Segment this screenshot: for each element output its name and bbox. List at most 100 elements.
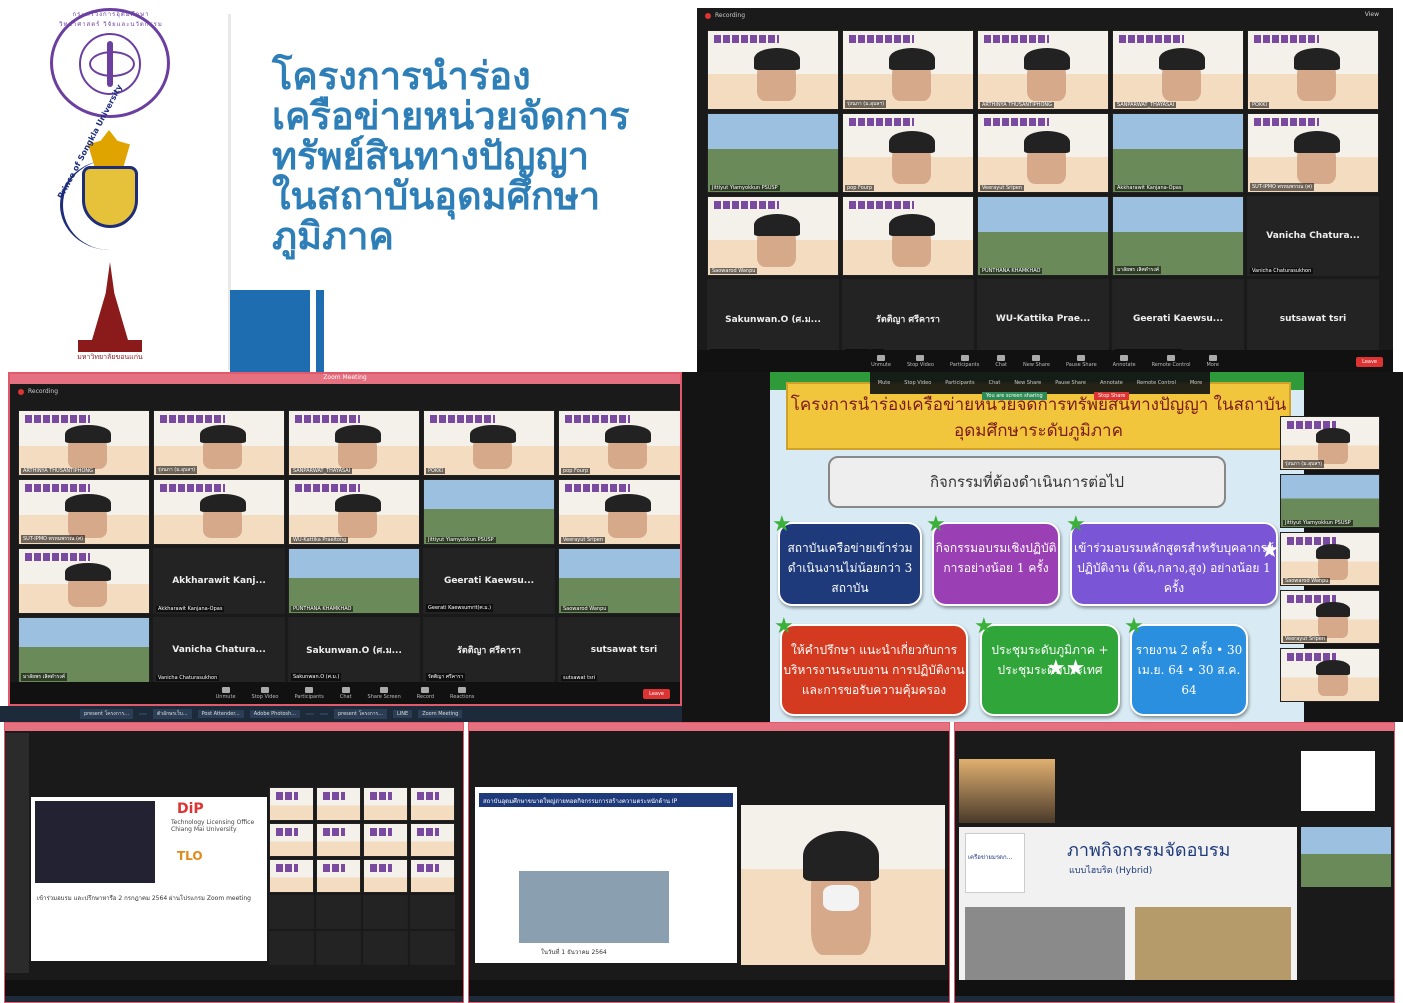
taskbar-item[interactable]: LINE: [393, 710, 413, 718]
video-tile[interactable]: Veerayut Sripen: [977, 113, 1109, 193]
video-tile[interactable]: [410, 859, 455, 893]
video-tile[interactable]: [410, 895, 455, 929]
video-tile[interactable]: [316, 787, 361, 821]
taskbar-item[interactable]: present โครงการ...: [333, 709, 388, 719]
control-button[interactable]: Pause Share: [1066, 355, 1097, 368]
control-button[interactable]: More: [1207, 355, 1219, 368]
video-tile[interactable]: PUNTHANA KHAMKHAO: [288, 548, 420, 614]
video-tile[interactable]: POKKI: [1247, 30, 1379, 110]
video-tile[interactable]: [410, 823, 455, 857]
share-control[interactable]: Remote Control: [1137, 380, 1176, 386]
video-tile[interactable]: Saowarod Wanpu: [558, 548, 680, 614]
stop-share-button[interactable]: Stop Share: [1094, 392, 1130, 400]
video-tile[interactable]: [316, 859, 361, 893]
control-button[interactable]: New Share: [1023, 355, 1050, 368]
share-control[interactable]: Stop Video: [904, 380, 931, 386]
video-tile[interactable]: [269, 859, 314, 893]
video-tile[interactable]: Jittiyut Yiamyokkun PSUSP: [1280, 474, 1380, 528]
video-tile[interactable]: [842, 196, 974, 276]
video-tile[interactable]: [363, 931, 408, 965]
taskbar-item[interactable]: Zoom Meeting: [418, 710, 463, 718]
control-button[interactable]: Record: [417, 687, 434, 700]
share-control[interactable]: More: [1190, 380, 1202, 386]
taskbar-item[interactable]: [319, 713, 328, 715]
video-tile[interactable]: Akkharawit Kanj... Akkharawit Kanjana-Opa…: [153, 548, 285, 614]
video-tile[interactable]: Geerati Kaewsu...Geerati Kaewsumrit(ศ.ม.…: [423, 548, 555, 614]
video-tile[interactable]: รัตติญา ศรีคารารัตติญา ศรีคารา: [842, 279, 974, 359]
video-tile[interactable]: Jittiyut Yiamyokkun PSUSP: [707, 113, 839, 193]
video-tile[interactable]: [316, 895, 361, 929]
video-tile[interactable]: Veerayut Sripen: [1280, 590, 1380, 644]
video-tile[interactable]: Sakunwan.O (ศ.ม...Sakunwan.O (ศ.ม.): [288, 617, 420, 683]
taskbar-item[interactable]: Post Attender...: [197, 710, 244, 718]
view-button[interactable]: View: [1365, 11, 1379, 18]
taskbar-item[interactable]: present โครงการ...: [80, 709, 134, 719]
leave-button[interactable]: Leave: [643, 689, 670, 699]
video-tile[interactable]: [363, 787, 408, 821]
video-tile[interactable]: Veerayut Sripen: [558, 479, 680, 545]
video-tile[interactable]: Akkharawit Kanjana-Opas: [1112, 113, 1244, 193]
control-button[interactable]: Share Screen: [368, 687, 401, 700]
control-button[interactable]: Annotate: [1113, 355, 1136, 368]
control-button[interactable]: Unmute: [871, 355, 891, 368]
taskbar-item[interactable]: [305, 713, 314, 715]
control-button[interactable]: Participants: [950, 355, 979, 368]
share-control[interactable]: New Share: [1014, 380, 1041, 386]
share-control[interactable]: Participants: [945, 380, 974, 386]
video-tile[interactable]: [18, 548, 150, 614]
video-tile[interactable]: [410, 931, 455, 965]
video-tile[interactable]: [707, 30, 839, 110]
leave-button[interactable]: Leave: [1356, 357, 1383, 367]
video-tile[interactable]: [316, 823, 361, 857]
video-tile[interactable]: sutsawat tsrisutsawat tsri: [558, 617, 680, 683]
video-tile[interactable]: [1280, 648, 1380, 702]
video-tile[interactable]: WU-Kattika Prae...WU-Kattika Praeitong: [977, 279, 1109, 359]
control-button[interactable]: Chat: [995, 355, 1007, 368]
video-tile[interactable]: [316, 931, 361, 965]
video-tile[interactable]: Jittiyut Yiamyokkun PSUSP: [423, 479, 555, 545]
video-tile[interactable]: POKKI: [423, 410, 555, 476]
video-tile[interactable]: รุ่งนภา (ม.อุบลฯ): [1280, 416, 1380, 470]
video-tile[interactable]: [269, 931, 314, 965]
video-tile[interactable]: ARTHINYA THUSANTIPHONG: [977, 30, 1109, 110]
video-tile[interactable]: มาลัยพร เลิศดำรงค์: [18, 617, 150, 683]
control-button[interactable]: Reactions: [450, 687, 474, 700]
share-control[interactable]: Pause Share: [1055, 380, 1086, 386]
video-tile[interactable]: SUT-IPMO พรหมพรรณ (ศ): [1247, 113, 1379, 193]
video-tile[interactable]: SANPARWAT_THAYASAI: [1112, 30, 1244, 110]
video-tile[interactable]: Saowarod Wanpu: [1280, 532, 1380, 586]
control-button[interactable]: Stop Video: [907, 355, 934, 368]
taskbar-item[interactable]: ตัวอักษรเว็บ...: [153, 709, 192, 719]
video-tile[interactable]: Vanicha Chatura... Vanicha Chaturasukhon: [153, 617, 285, 683]
video-tile[interactable]: รุ่งนภา (ม.อุบลฯ): [153, 410, 285, 476]
share-control[interactable]: Chat: [989, 380, 1001, 386]
video-tile[interactable]: ARTHINYA THUSANTIPHONG: [18, 410, 150, 476]
video-tile[interactable]: PUNTHANA KHAMKHAO: [977, 196, 1109, 276]
share-control[interactable]: Annotate: [1100, 380, 1123, 386]
video-tile[interactable]: [363, 895, 408, 929]
video-tile[interactable]: [363, 823, 408, 857]
video-tile[interactable]: SUT-IPMO พรหมพรรณ (ศ): [18, 479, 150, 545]
video-tile[interactable]: [410, 787, 455, 821]
video-tile[interactable]: [269, 895, 314, 929]
video-tile[interactable]: รัตติญา ศรีคารารัตติญา ศรีคารา: [423, 617, 555, 683]
video-tile[interactable]: [269, 823, 314, 857]
video-tile[interactable]: รุ่งนภา (ม.อุบลฯ): [842, 30, 974, 110]
video-tile[interactable]: [153, 479, 285, 545]
video-tile[interactable]: Vanicha Chatura... Vanicha Chaturasukhon: [1247, 196, 1379, 276]
taskbar-item[interactable]: [139, 713, 148, 715]
video-tile[interactable]: [363, 859, 408, 893]
video-tile[interactable]: sutsawat tsrisutsawat tsri: [1247, 279, 1379, 359]
control-button[interactable]: Remote Control: [1152, 355, 1191, 368]
video-tile[interactable]: WU-Kattika Praeitong: [288, 479, 420, 545]
video-tile[interactable]: Geerati Kaewsu...Geerati Kaewsumrit(ศ.ม.…: [1112, 279, 1244, 359]
video-tile[interactable]: มาลัยพร เลิศดำรงค์: [1112, 196, 1244, 276]
video-tile[interactable]: Sakunwan.O (ศ.ม...Sakunwan.O (ศ.ม.): [707, 279, 839, 359]
control-button[interactable]: Unmute: [216, 687, 236, 700]
video-tile[interactable]: SANPARWAT_THAYASAI: [288, 410, 420, 476]
video-tile[interactable]: Saowarod Wanpu: [707, 196, 839, 276]
video-tile[interactable]: [269, 787, 314, 821]
control-button[interactable]: Chat: [340, 687, 352, 700]
share-control[interactable]: Mute: [878, 380, 891, 386]
taskbar-item[interactable]: Adobe Photosh...: [249, 710, 300, 718]
